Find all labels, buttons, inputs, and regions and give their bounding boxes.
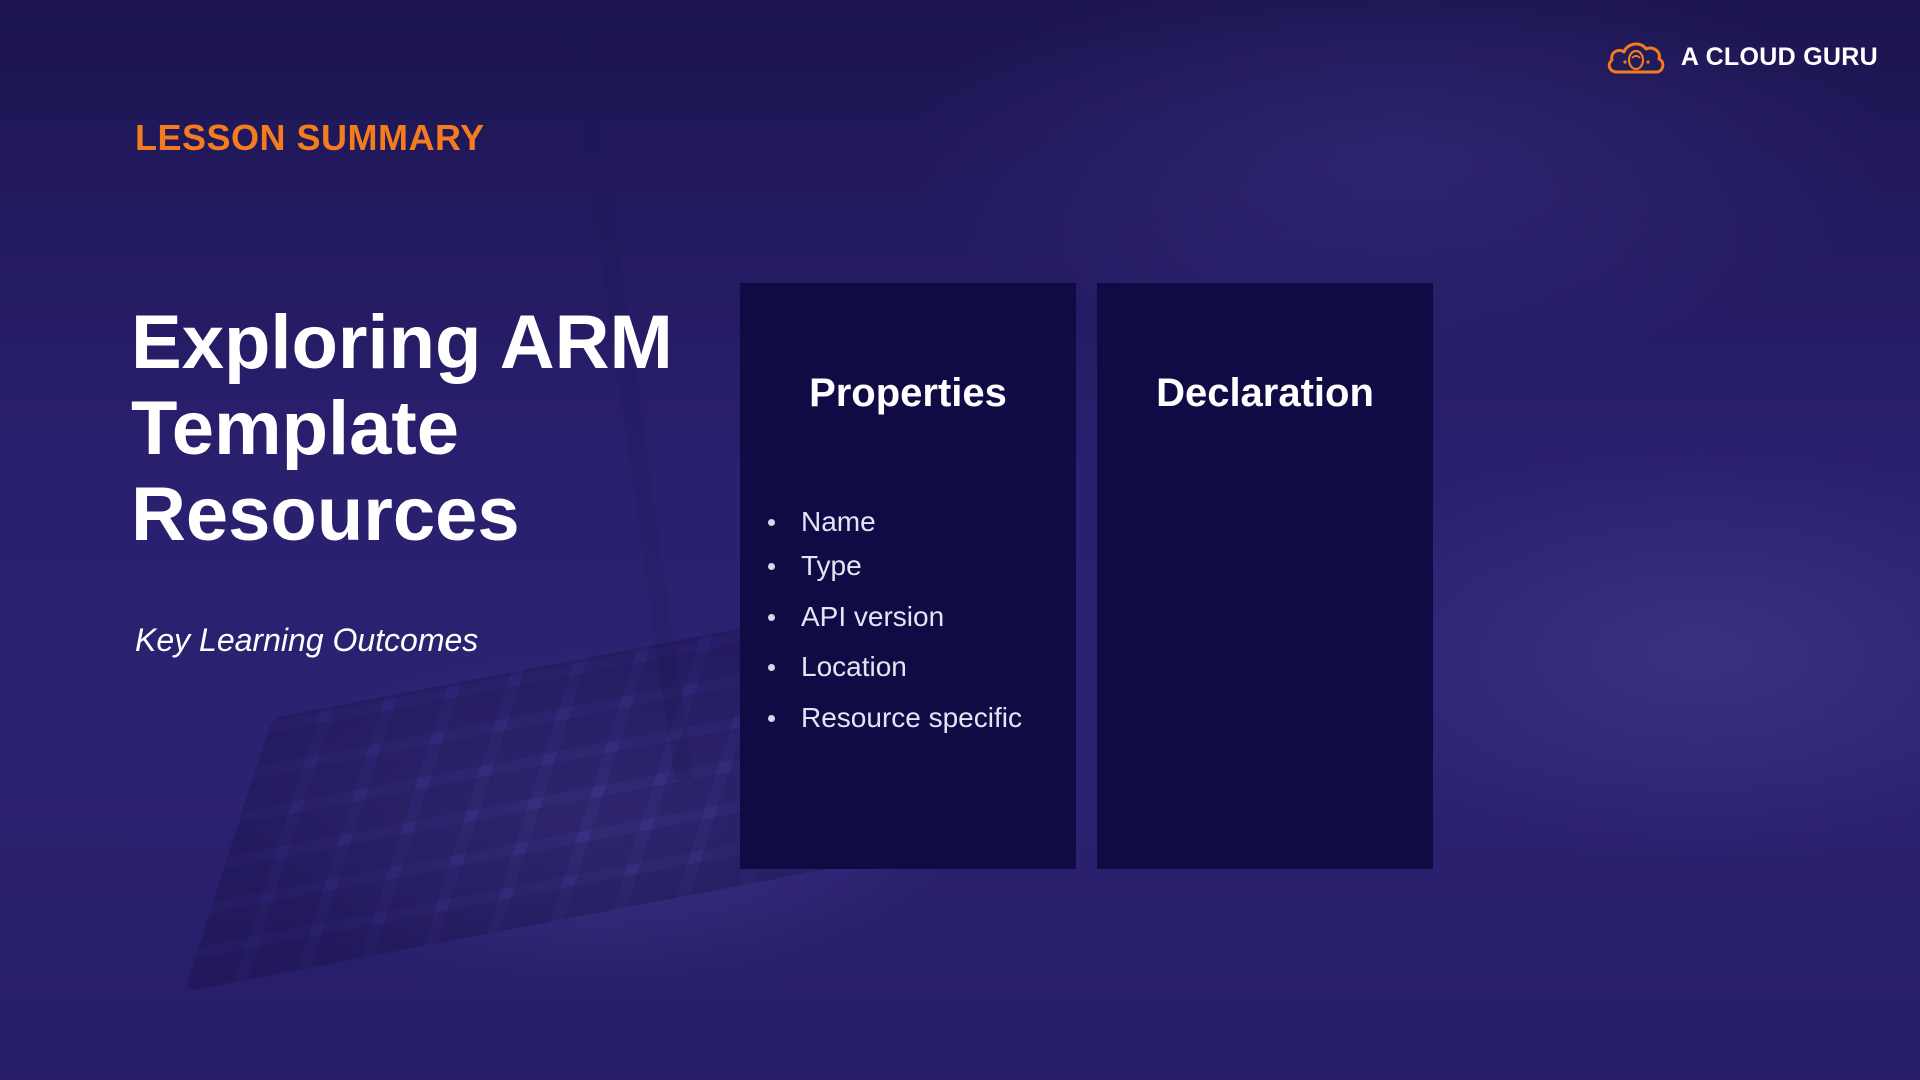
brand-logo: A CLOUD GURU — [1605, 38, 1878, 76]
list-item-label: Location — [801, 651, 907, 682]
declaration-heading: Declaration — [1156, 371, 1374, 415]
list-item-label: API version — [801, 601, 945, 632]
list-item-label: Name — [801, 506, 876, 537]
list-item-label: Resource specific — [801, 702, 1022, 733]
list-item: Resource specific — [768, 701, 1022, 735]
slide-title-line: Template — [131, 386, 460, 471]
slide-title-line: Resources — [131, 472, 520, 557]
slide-subtitle: Key Learning Outcomes — [135, 622, 479, 658]
bullet-dot-icon — [768, 714, 775, 722]
list-item: API version — [768, 600, 1022, 634]
properties-heading: Properties — [809, 371, 1007, 415]
bullet-dot-icon — [768, 518, 775, 526]
list-item: Location — [768, 650, 1022, 684]
list-item: Type — [768, 549, 1022, 583]
properties-list: Name Type API version Location Resource … — [768, 505, 1022, 735]
declaration-panel: Declaration — [1097, 283, 1433, 869]
bullet-dot-icon — [768, 562, 775, 570]
cloud-logo-icon — [1607, 42, 1665, 74]
slide-title: Exploring ARM Template Resources — [131, 300, 691, 558]
lesson-summary-label: LESSON SUMMARY — [135, 117, 485, 158]
bullet-dot-icon — [768, 663, 775, 671]
list-item-label: Type — [801, 550, 862, 581]
list-item: Name — [768, 505, 1022, 539]
properties-panel: Properties Name Type API version Locatio… — [740, 283, 1076, 869]
slide-title-line: Exploring ARM — [131, 300, 673, 385]
bullet-dot-icon — [768, 613, 775, 621]
brand-name: A CLOUD GURU — [1680, 42, 1878, 71]
